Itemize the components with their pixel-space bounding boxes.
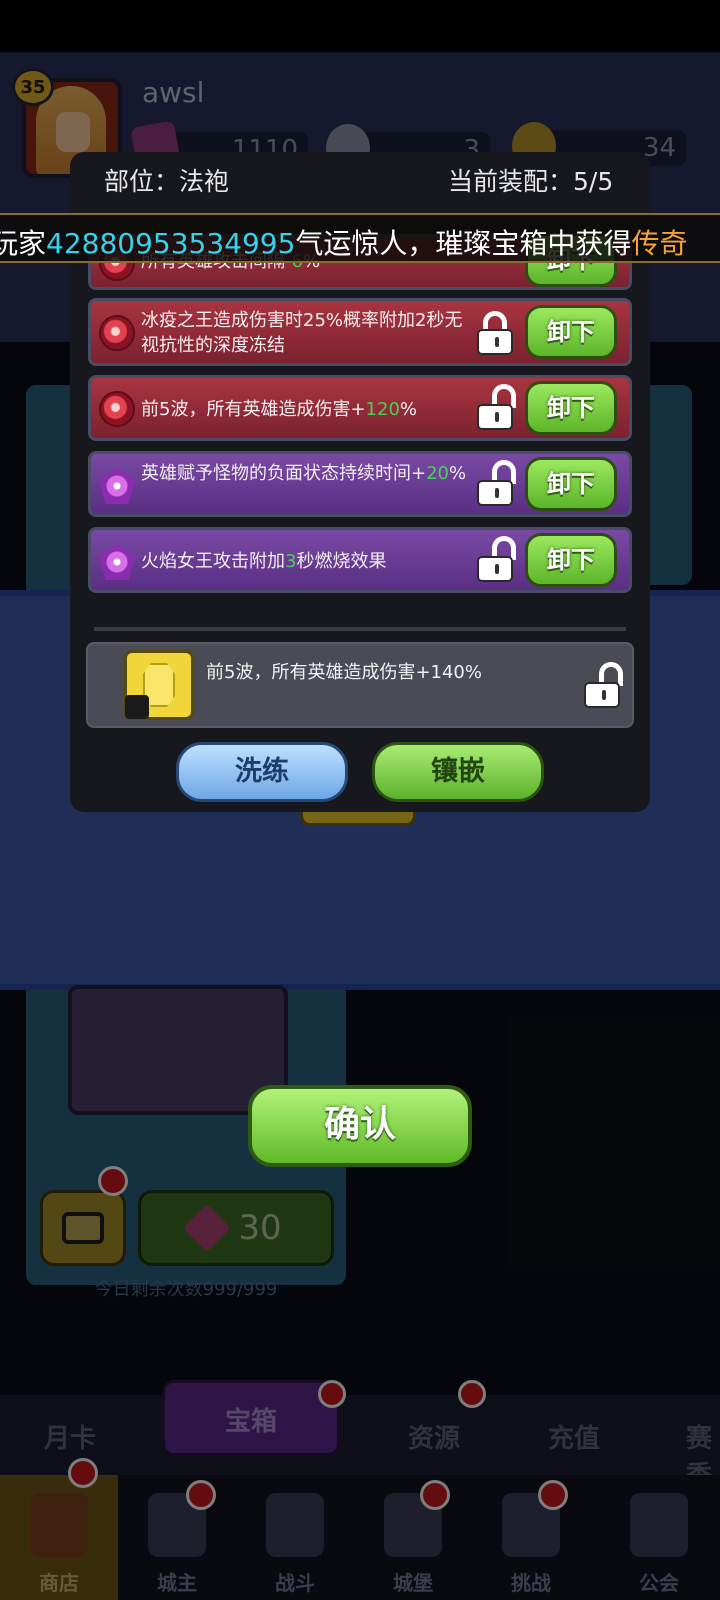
affix-row: 冰疫之王造成伤害时25%概率附加2秒无视抗性的深度冻结 卸下 — [88, 298, 632, 366]
unequip-button[interactable]: 卸下 — [525, 381, 617, 435]
unlock-icon[interactable] — [475, 384, 517, 432]
unlock-icon[interactable] — [475, 460, 517, 508]
broadcast-marquee: 玩家42880953534995气运惊人，璀璨宝箱中获得传奇 — [0, 213, 720, 263]
broadcast-player-id: 42880953534995 — [46, 227, 296, 260]
robe-badge-icon — [125, 695, 149, 719]
unequip-button[interactable]: 卸下 — [525, 305, 617, 359]
status-bar — [0, 0, 720, 52]
lock-icon[interactable] — [475, 311, 517, 357]
affix-row: 英雄赋予怪物的负面状态持续时间+20% 卸下 — [88, 451, 632, 517]
unlock-icon[interactable] — [582, 662, 624, 710]
red-gem-icon — [99, 315, 135, 351]
unlock-icon[interactable] — [475, 536, 517, 584]
reforge-button[interactable]: 洗练 — [176, 742, 348, 802]
affix-row: 火焰女王攻击附加3秒燃烧效果 卸下 — [88, 527, 632, 593]
affix-row: 前5波，所有英雄造成伤害+120% 卸下 — [88, 375, 632, 441]
purple-gem-icon — [99, 544, 135, 580]
inlay-button[interactable]: 镶嵌 — [372, 742, 544, 802]
affix-text: 英雄赋予怪物的负面状态持续时间+20% — [141, 463, 467, 484]
slot-label: 部位：法袍 — [104, 167, 230, 196]
red-gem-icon — [99, 391, 135, 427]
yellow-gem-icon — [124, 650, 194, 720]
new-affix-text: 前5波，所有英雄造成伤害+140% — [206, 662, 482, 683]
affix-text: 冰疫之王造成伤害时25%概率附加2秒无视抗性的深度冻结 — [141, 310, 463, 356]
broadcast-message: 气运惊人，璀璨宝箱中获得 — [295, 227, 632, 260]
broadcast-prefix: 玩家 — [0, 227, 47, 260]
unequip-button[interactable]: 卸下 — [525, 457, 617, 511]
affix-text: 前5波，所有英雄造成伤害+120% — [141, 399, 418, 420]
affix-text: 火焰女王攻击附加3秒燃烧效果 — [141, 551, 387, 572]
unequip-button[interactable]: 卸下 — [525, 533, 617, 587]
equip-count: 当前装配：5/5 — [448, 167, 614, 196]
purple-gem-icon — [99, 468, 135, 504]
confirm-button[interactable]: 确认 — [248, 1085, 472, 1167]
broadcast-rarity: 传奇 — [631, 227, 688, 260]
divider — [94, 627, 626, 631]
